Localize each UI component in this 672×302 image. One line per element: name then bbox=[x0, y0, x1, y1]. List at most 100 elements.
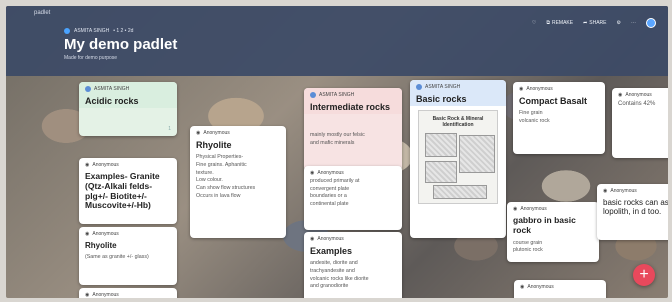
body-line: Can show flow structures bbox=[196, 185, 256, 192]
card-author: ◉ Anonymous bbox=[310, 170, 344, 176]
card-body: produced primarily at convergent plate b… bbox=[304, 176, 402, 211]
body-line: continental plate bbox=[310, 201, 349, 208]
card-author: ◉ Anonymous bbox=[519, 86, 553, 92]
card-title: Basic rocks bbox=[416, 94, 467, 104]
card-intermediate-anon[interactable]: ◉ Anonymous produced primarily at converg… bbox=[304, 166, 402, 230]
card-title: gabbro in basic rock bbox=[513, 215, 576, 235]
card-title: Rhyolite bbox=[85, 241, 117, 250]
remake-button[interactable]: ⧉ REMAKE bbox=[546, 20, 573, 26]
card-examples[interactable]: ◉ Anonymous Examples andesite, diorite an… bbox=[304, 232, 402, 298]
avatar bbox=[310, 92, 316, 98]
page-subtitle: Made for demo purpose bbox=[64, 55, 118, 61]
heart-icon[interactable]: ♡ bbox=[532, 20, 536, 26]
card-bottom-anon[interactable]: ◉ Anonymous bbox=[514, 280, 606, 298]
comment-count: 1 bbox=[168, 126, 171, 132]
user-icon: ◉ bbox=[603, 188, 608, 194]
body-line: course grain bbox=[513, 239, 543, 246]
author-name: ASMITA SINGH bbox=[74, 28, 110, 34]
body-line: trachyandesite and bbox=[310, 268, 355, 275]
toolbar: ♡ ⧉ REMAKE ➦ SHARE ⚙ ⋯ bbox=[532, 18, 656, 28]
worksheet-subtitle: Identification bbox=[442, 122, 474, 129]
card-title: basic rocks can as lopolith, in d too. bbox=[603, 198, 668, 217]
share-label: SHARE bbox=[589, 20, 607, 26]
card-author: ASMITA SINGH bbox=[79, 82, 177, 92]
body-line: andesite, diorite and bbox=[310, 260, 358, 267]
card-author: ◉ Anonymous bbox=[85, 231, 119, 237]
body-line: convergent plate bbox=[310, 185, 350, 192]
card-author: ◉ Anonymous bbox=[196, 130, 230, 136]
body-line: Fine grains. Aphanitic bbox=[196, 162, 247, 169]
card-compact-basalt[interactable]: ◉ Anonymous Compact Basalt Fine grain vol… bbox=[513, 82, 605, 154]
page-title: My demo padlet bbox=[64, 36, 178, 53]
user-icon: ◉ bbox=[519, 86, 524, 92]
body-line: Fine grain bbox=[519, 110, 543, 117]
user-icon: ◉ bbox=[513, 206, 518, 212]
avatar bbox=[416, 84, 422, 90]
card-author: ◉ Anonymous bbox=[513, 206, 547, 212]
card-header: ASMITA SINGH Intermediate rocks bbox=[304, 88, 402, 115]
author-avatar bbox=[64, 28, 70, 34]
card-body: course grain plutonic rock bbox=[507, 238, 599, 257]
card-author: ◉ Anonymous bbox=[310, 236, 344, 242]
share-button[interactable]: ➦ SHARE bbox=[583, 20, 606, 26]
padlet-board: padlet ASMITA SINGH • 1 2 • 2d My demo p… bbox=[6, 6, 668, 298]
card-title: Compact Basalt bbox=[519, 96, 588, 106]
worksheet-image[interactable]: Basic Rock & Mineral Identification bbox=[418, 110, 498, 205]
card-header: ASMITA SINGH Acidic rocks bbox=[79, 82, 177, 109]
card-author: ◉ Anonymous bbox=[85, 292, 119, 298]
more-icon[interactable]: ⋯ bbox=[631, 20, 636, 26]
user-icon: ◉ bbox=[196, 130, 201, 136]
card-body: Contains 42% bbox=[618, 101, 656, 107]
user-icon: ◉ bbox=[85, 162, 90, 168]
card-bottom-left[interactable]: ◉ Anonymous bbox=[79, 288, 177, 298]
body-line: and granodiorite bbox=[310, 283, 349, 290]
card-body: Physical Properties- Fine grains. Aphani… bbox=[190, 152, 286, 202]
card-author: ◉ Anonymous bbox=[618, 92, 652, 98]
card-granite-examples[interactable]: ◉ Anonymous Examples- Granite (Qtz-Alkali… bbox=[79, 158, 177, 224]
card-author: ◉ Anonymous bbox=[520, 284, 554, 290]
card-intermediate-rocks[interactable]: ASMITA SINGH Intermediate rocks mainly m… bbox=[304, 88, 402, 171]
card-rhyolite-small[interactable]: ◉ Anonymous Rhyolite (Same as granite +/-… bbox=[79, 227, 177, 285]
card-author: ASMITA SINGH bbox=[410, 80, 506, 90]
worksheet-figure bbox=[433, 185, 487, 200]
body-line: plutonic rock bbox=[513, 247, 543, 254]
worksheet-figure bbox=[425, 133, 457, 158]
user-icon: ◉ bbox=[85, 231, 90, 237]
card-title: Intermediate rocks bbox=[310, 102, 391, 112]
card-lopolith[interactable]: ◉ Anonymous basic rocks can as lopolith, … bbox=[597, 184, 668, 240]
gear-icon[interactable]: ⚙ bbox=[617, 20, 621, 26]
card-acidic-rocks[interactable]: ASMITA SINGH Acidic rocks 1 bbox=[79, 82, 177, 136]
card-body: andesite, diorite and trachyandesite and… bbox=[304, 258, 402, 293]
card-rhyolite[interactable]: ◉ Anonymous Rhyolite Physical Properties-… bbox=[190, 126, 286, 238]
app-name[interactable]: padlet bbox=[34, 10, 50, 16]
body-line: produced primarily at bbox=[310, 178, 360, 184]
author-line: ASMITA SINGH • 1 2 • 2d bbox=[64, 28, 133, 34]
card-author: ◉ Anonymous bbox=[603, 188, 637, 194]
body-line: mainly mostly our felsic bbox=[310, 132, 365, 139]
card-title: Rhyolite bbox=[196, 140, 232, 150]
body-line: Physical Properties- bbox=[196, 154, 244, 161]
user-icon: ◉ bbox=[520, 284, 525, 290]
user-icon: ◉ bbox=[310, 170, 315, 176]
card-gabbro[interactable]: ◉ Anonymous gabbro in basic rock course g… bbox=[507, 202, 599, 262]
card-title: Examples bbox=[310, 246, 353, 256]
copy-icon: ⧉ bbox=[546, 20, 550, 26]
user-icon: ◉ bbox=[618, 92, 623, 98]
worksheet-figure bbox=[425, 161, 457, 184]
worksheet-title: Basic Rock & Mineral bbox=[432, 116, 484, 123]
card-contains[interactable]: ◉ Anonymous Contains 42% bbox=[612, 88, 668, 158]
card-body: (Same as granite +/- glass) bbox=[85, 254, 149, 261]
user-icon: ◉ bbox=[85, 292, 90, 298]
add-post-button[interactable]: + bbox=[633, 264, 655, 286]
user-avatar[interactable] bbox=[646, 18, 656, 28]
remake-label: REMAKE bbox=[551, 20, 574, 26]
body-line: volcanic rocks like diorite bbox=[310, 275, 369, 282]
card-title: Examples- Granite (Qtz-Alkali felds-plg+… bbox=[85, 171, 160, 211]
worksheet-figure bbox=[459, 135, 495, 174]
card-author: ASMITA SINGH bbox=[304, 88, 402, 98]
author-meta: • 1 2 • 2d bbox=[113, 28, 134, 34]
body-line: texture. bbox=[196, 169, 214, 176]
card-basic-rocks[interactable]: ASMITA SINGH Basic rocks Basic Rock & Mi… bbox=[410, 80, 506, 238]
share-icon: ➦ bbox=[583, 20, 588, 26]
padlet-header: padlet ASMITA SINGH • 1 2 • 2d My demo p… bbox=[6, 6, 668, 76]
